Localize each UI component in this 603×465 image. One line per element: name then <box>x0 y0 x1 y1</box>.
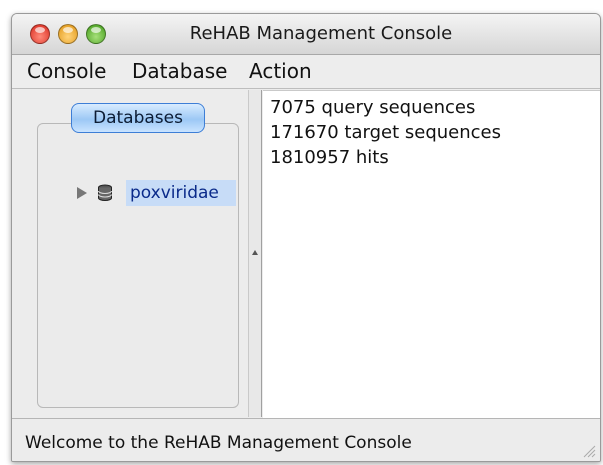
hits-count: 1810957 hits <box>270 147 389 168</box>
menu-database[interactable]: Database <box>132 59 227 83</box>
databases-header-button[interactable]: Databases <box>71 103 205 133</box>
window-title: ReHAB Management Console <box>189 23 453 44</box>
status-bar: Welcome to the ReHAB Management Console <box>12 418 600 461</box>
databases-group: poxviridae <box>37 123 239 408</box>
menu-bar: Console Database Action <box>12 55 600 89</box>
disclosure-triangle-icon[interactable] <box>77 187 87 199</box>
target-sequences-count: 171670 target sequences <box>270 122 502 143</box>
collapse-arrow-icon[interactable] <box>252 250 258 255</box>
menu-action[interactable]: Action <box>249 59 312 83</box>
info-panel: 7075 query sequences 171670 target seque… <box>263 90 600 418</box>
app-window: ReHAB Management Console Console Databas… <box>11 13 601 462</box>
title-bar[interactable]: ReHAB Management Console <box>12 14 600 55</box>
query-sequences-count: 7075 query sequences <box>270 97 476 118</box>
menu-console[interactable]: Console <box>27 59 106 83</box>
status-message: Welcome to the ReHAB Management Console <box>25 433 412 453</box>
database-icon <box>98 184 112 201</box>
databases-panel: poxviridae Databases <box>15 91 245 416</box>
tree-item-label[interactable]: poxviridae <box>126 180 236 206</box>
tree-item-poxviridae[interactable]: poxviridae <box>72 178 236 208</box>
split-pane-divider[interactable] <box>248 90 262 417</box>
resize-grip-icon[interactable] <box>582 444 596 458</box>
